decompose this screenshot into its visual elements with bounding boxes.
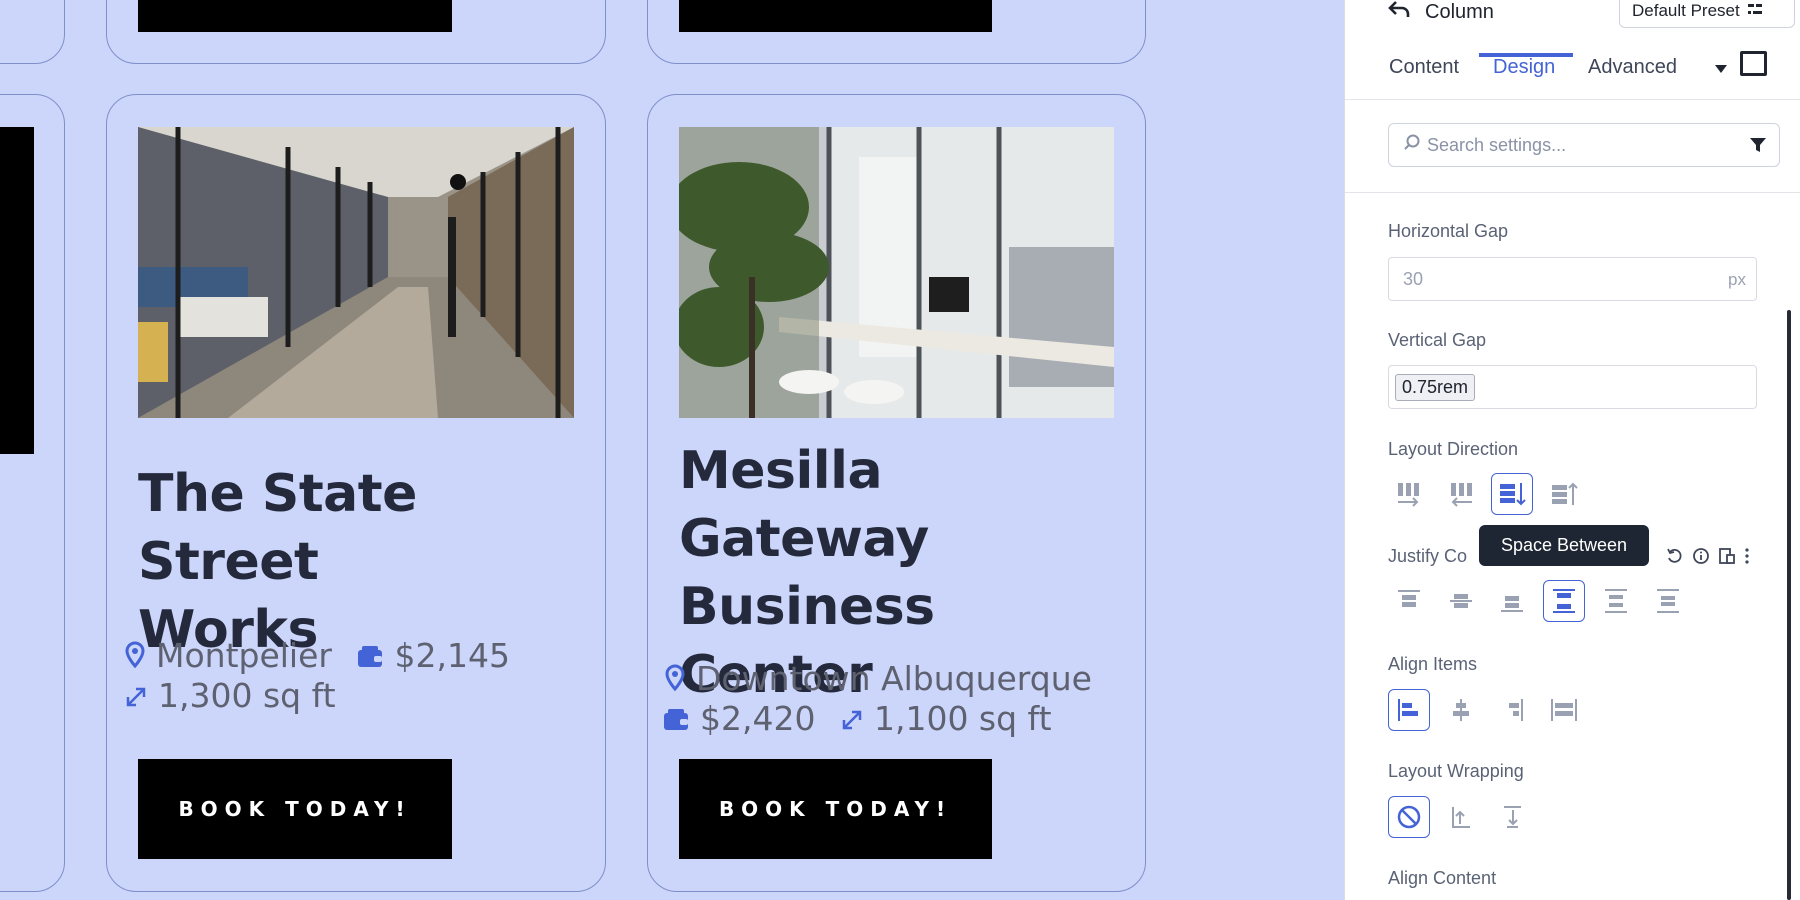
wallet-icon: [662, 701, 690, 741]
justify-end-icon[interactable]: [1491, 580, 1533, 622]
settings-panel: Column Default Preset Content Design Adv…: [1344, 0, 1800, 900]
property-image-office-hallway: [138, 127, 574, 418]
card-1-location: Montpelier: [156, 636, 332, 675]
align-items-label: Align Items: [1388, 654, 1478, 674]
layout-wrapping-options: [1388, 796, 1528, 840]
expand-arrows-icon: [124, 678, 148, 718]
tab-design[interactable]: Design: [1493, 56, 1555, 79]
card-2-title-line-1: Mesilla: [679, 441, 883, 501]
justify-start-icon[interactable]: [1388, 580, 1430, 622]
no-wrap-icon[interactable]: [1388, 796, 1430, 838]
book-button-partial-top-1[interactable]: [138, 0, 452, 32]
direction-column-reverse-icon[interactable]: [1543, 473, 1585, 515]
preset-options-icon: [1747, 1, 1762, 21]
preset-label: Default Preset: [1632, 1, 1740, 20]
reset-icon[interactable]: [1666, 547, 1684, 570]
justify-content-label: Justify Co: [1388, 546, 1468, 566]
search-section: [1345, 101, 1800, 193]
horizontal-gap-placeholder: 30: [1403, 268, 1424, 289]
card-1-price: $2,145: [394, 636, 510, 675]
layout-direction-label: Layout Direction: [1388, 439, 1519, 459]
vertical-gap-value: 0.75rem: [1395, 373, 1476, 401]
card-2-meta-row-1: Downtown Albuquerque: [664, 659, 1106, 701]
card-1-size: 1,300 sq ft: [158, 676, 336, 715]
tooltip: Space Between: [1479, 525, 1649, 566]
info-icon[interactable]: [1692, 547, 1710, 570]
card-image-partial-left: [0, 127, 34, 454]
horizontal-gap-unit[interactable]: px: [1728, 270, 1746, 290]
horizontal-gap-label: Horizontal Gap: [1388, 221, 1509, 241]
horizontal-gap-input[interactable]: 30 px: [1388, 257, 1757, 301]
card-2-size: 1,100 sq ft: [873, 699, 1052, 738]
location-pin-icon: [124, 638, 146, 678]
card-1-title-line-1: The State Street: [138, 464, 417, 592]
card-2-meta-row-2: $2,420 1,100 sq ft: [662, 699, 1066, 741]
panel-tabs: Content Design Advanced: [1345, 42, 1800, 100]
preset-dropdown[interactable]: Default Preset: [1619, 0, 1795, 28]
location-pin-icon: [664, 661, 686, 701]
justify-content-options: [1388, 580, 1688, 624]
direction-row-reverse-icon[interactable]: [1440, 473, 1482, 515]
wrap-reverse-icon[interactable]: [1491, 796, 1533, 838]
card-2-price: $2,420: [700, 699, 816, 738]
tab-advanced[interactable]: Advanced: [1588, 56, 1677, 79]
panel-header: Column: [1387, 0, 1494, 24]
panel-scrollbar[interactable]: [1787, 310, 1791, 900]
direction-row-icon[interactable]: [1388, 473, 1430, 515]
align-start-icon[interactable]: [1388, 689, 1430, 731]
responsive-preview-icon[interactable]: [1740, 51, 1767, 76]
layout-wrapping-label: Layout Wrapping: [1388, 761, 1524, 781]
card-2-book-button[interactable]: BOOK TODAY!: [679, 759, 992, 859]
vertical-gap-label: Vertical Gap: [1388, 330, 1487, 350]
back-arrow-icon[interactable]: [1387, 0, 1411, 25]
justify-space-evenly-icon[interactable]: [1647, 580, 1689, 622]
align-end-icon[interactable]: [1491, 689, 1533, 731]
filter-icon[interactable]: [1749, 136, 1767, 159]
align-items-options: [1388, 689, 1608, 733]
justify-space-between-icon[interactable]: [1543, 580, 1585, 622]
responsive-icon[interactable]: [1718, 547, 1736, 570]
layout-direction-options: [1388, 473, 1608, 517]
search-icon: [1403, 134, 1421, 157]
expand-arrows-icon: [840, 701, 864, 741]
card-partial-left-top[interactable]: [0, 0, 65, 64]
more-options-icon[interactable]: [1744, 547, 1750, 570]
book-button-partial-top-2[interactable]: [679, 0, 992, 32]
caret-down-icon[interactable]: [1715, 60, 1727, 78]
tab-content[interactable]: Content: [1389, 56, 1459, 79]
card-1-meta-row-2: 1,300 sq ft: [124, 676, 350, 718]
direction-column-icon[interactable]: [1491, 473, 1533, 515]
align-stretch-icon[interactable]: [1543, 689, 1585, 731]
property-image-office-window: [679, 127, 1114, 418]
settings-search[interactable]: [1388, 123, 1780, 167]
search-input[interactable]: [1427, 134, 1727, 156]
justify-content-tools: [1666, 547, 1750, 570]
align-center-icon[interactable]: [1440, 689, 1482, 731]
card-1-title: The State Street Works: [138, 460, 588, 664]
active-tab-indicator: [1479, 53, 1573, 57]
wrap-icon[interactable]: [1440, 796, 1482, 838]
page-canvas: The State Street Works Montpelier $2,145…: [0, 0, 1344, 900]
justify-space-around-icon[interactable]: [1595, 580, 1637, 622]
panel-title: Column: [1425, 0, 1494, 23]
vertical-gap-input[interactable]: 0.75rem: [1388, 365, 1757, 409]
card-1-book-button[interactable]: BOOK TODAY!: [138, 759, 452, 859]
card-2-title-line-2: Gateway: [679, 509, 929, 569]
card-2-location: Downtown Albuquerque: [696, 659, 1092, 698]
card-1-meta-row-1: Montpelier $2,145: [124, 636, 524, 678]
justify-center-icon[interactable]: [1440, 580, 1482, 622]
wallet-icon: [356, 638, 384, 678]
align-content-label: Align Content: [1388, 868, 1497, 888]
